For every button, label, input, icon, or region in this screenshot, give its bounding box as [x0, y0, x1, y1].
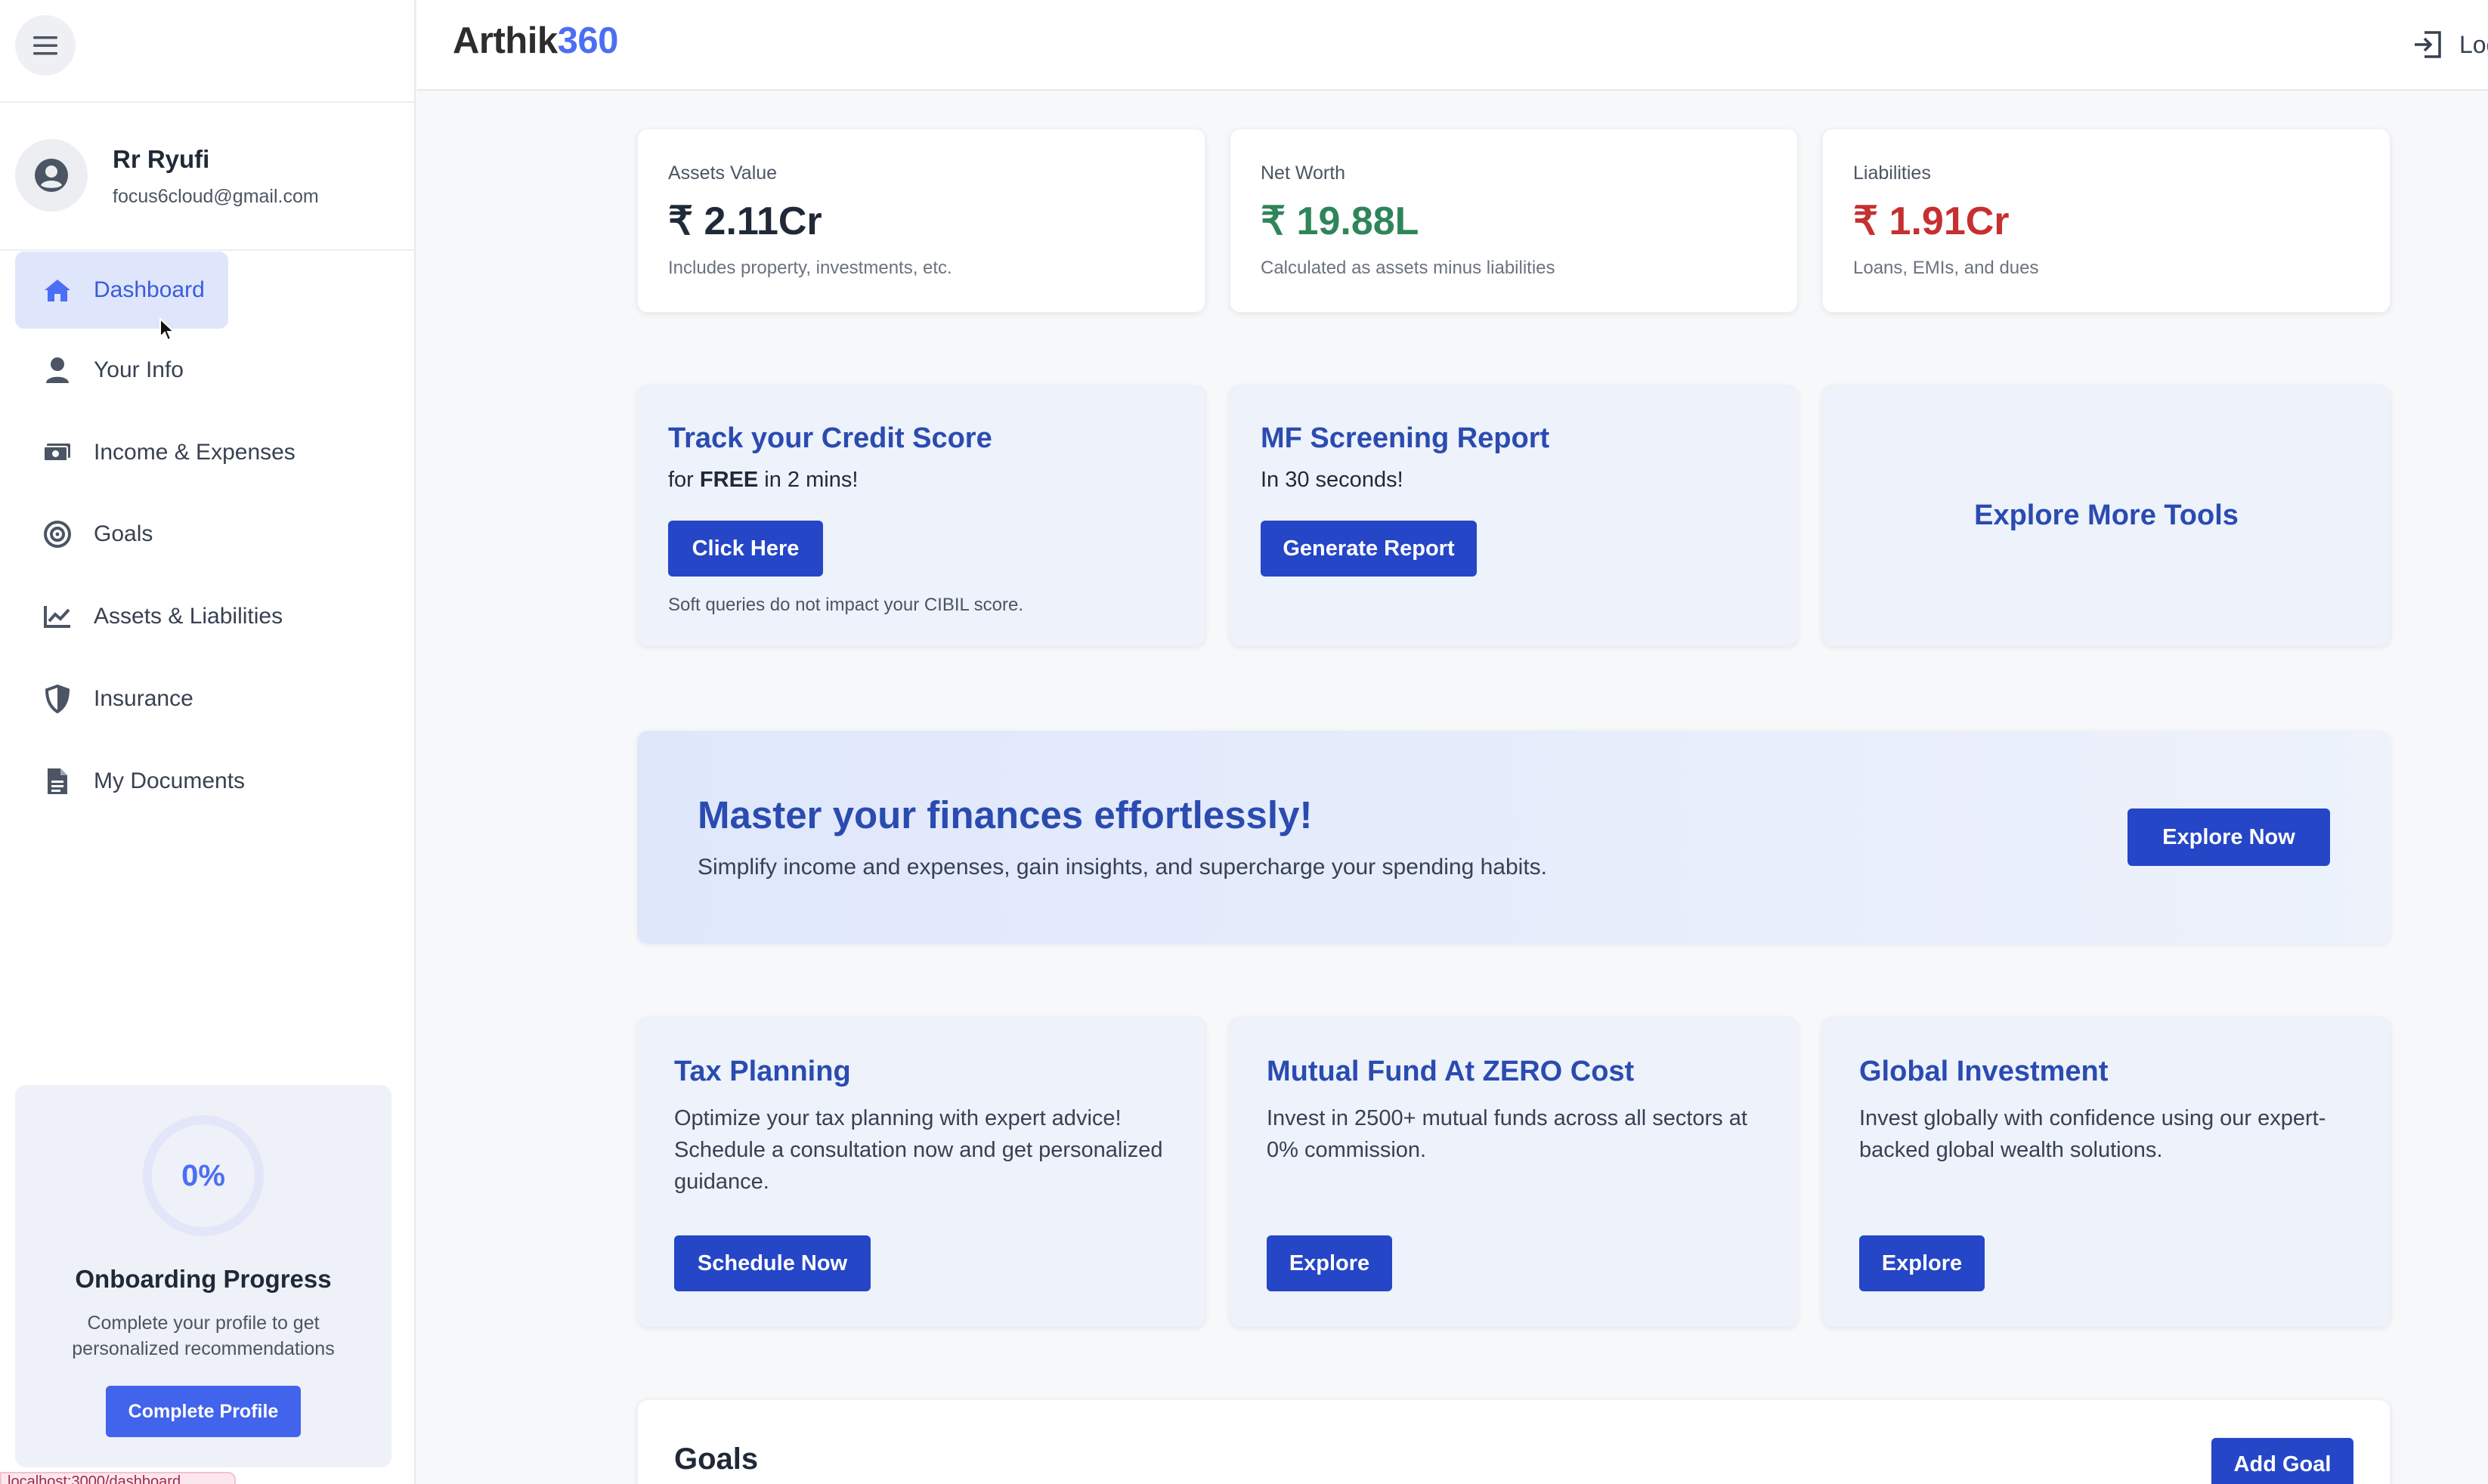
explore-now-button[interactable]: Explore Now: [2127, 808, 2330, 866]
mf-screening-subtitle: In 30 seconds!: [1261, 468, 1403, 492]
user-circle-icon: [35, 159, 68, 192]
hamburger-icon: [33, 36, 57, 55]
stat-note: Includes property, investments, etc.: [668, 258, 952, 278]
stat-label: Liabilities: [1853, 162, 1931, 184]
sidebar-item-assets-liabilities[interactable]: Assets & Liabilities: [15, 578, 317, 655]
home-icon: [42, 275, 73, 305]
sidebar-item-my-documents[interactable]: My Documents: [15, 743, 272, 820]
assets-value-card: Assets Value ₹ 2.11Cr Includes property,…: [637, 128, 1205, 313]
sidebar-item-dashboard[interactable]: Dashboard: [15, 252, 228, 329]
sidebar-item-label: Insurance: [94, 686, 193, 711]
mf-screening-card: MF Screening Report In 30 seconds! Gener…: [1230, 385, 1798, 646]
sidebar-header: [0, 0, 414, 103]
stat-note: Loans, EMIs, and dues: [1853, 258, 2039, 278]
tax-planning-card: Tax Planning Optimize your tax planning …: [637, 1017, 1205, 1327]
logout-button[interactable]: Logout: [2412, 27, 2488, 62]
user-profile: Rr Ryufi focus6cloud@gmail.com: [0, 103, 414, 251]
shield-icon: [42, 684, 73, 714]
money-icon: [42, 437, 73, 468]
sidebar-item-income-expenses[interactable]: Income & Expenses: [15, 414, 302, 491]
stat-value: ₹ 19.88L: [1261, 199, 1419, 243]
onboarding-description: Complete your profile to get personalize…: [72, 1312, 335, 1359]
sidebar-item-label: Dashboard: [94, 277, 205, 302]
document-icon: [42, 766, 73, 796]
mouse-cursor-icon: [159, 317, 176, 342]
goals-title: Goals: [674, 1442, 759, 1476]
mutual-fund-card: Mutual Fund At ZERO Cost Invest in 2500+…: [1230, 1017, 1798, 1327]
user-icon: [42, 355, 73, 385]
explore-mutual-fund-button[interactable]: Explore: [1267, 1235, 1392, 1291]
logout-label: Logout: [2459, 30, 2488, 58]
sidebar-item-label: Your Info: [94, 357, 184, 382]
onboarding-progress-ring: 0%: [141, 1114, 265, 1238]
sidebar-item-label: Income & Expenses: [94, 440, 296, 465]
status-url-toast: localhost:3000/dashboard: [0, 1472, 236, 1484]
explore-global-investment-button[interactable]: Explore: [1859, 1235, 1985, 1291]
click-here-button[interactable]: Click Here: [668, 521, 823, 577]
onboarding-percent: 0%: [181, 1159, 225, 1192]
global-investment-card: Global Investment Invest globally with c…: [1822, 1017, 2391, 1327]
explore-more-tools-link[interactable]: Explore More Tools: [1823, 386, 2390, 645]
stat-label: Net Worth: [1261, 162, 1346, 184]
top-header: Arthik360 Logout: [417, 0, 2488, 91]
credit-score-card: Track your Credit Score for FREE in 2 mi…: [637, 385, 1205, 646]
service-description: Invest in 2500+ mutual funds across all …: [1267, 1106, 1747, 1162]
sidebar-item-label: My Documents: [94, 768, 246, 793]
stat-value: ₹ 2.11Cr: [668, 199, 822, 243]
sidebar-item-goals[interactable]: Goals: [15, 496, 228, 573]
credit-score-subtitle: for FREE in 2 mins!: [668, 468, 859, 492]
credit-score-note: Soft queries do not impact your CIBIL sc…: [668, 595, 1024, 615]
sidebar: Rr Ryufi focus6cloud@gmail.com Dashboard…: [0, 0, 416, 1484]
sidebar-item-your-info[interactable]: Your Info: [15, 332, 228, 409]
add-goal-button[interactable]: Add Goal: [2211, 1438, 2353, 1484]
service-title: Global Investment: [1859, 1056, 2109, 1087]
service-title: Mutual Fund At ZERO Cost: [1267, 1056, 1635, 1087]
logout-icon: [2412, 27, 2447, 62]
user-name: Rr Ryufi: [113, 145, 210, 173]
credit-score-title: Track your Credit Score: [668, 422, 992, 454]
user-email: focus6cloud@gmail.com: [113, 186, 319, 207]
onboarding-title: Onboarding Progress: [75, 1265, 332, 1293]
sidebar-item-label: Goals: [94, 521, 153, 546]
stat-note: Calculated as assets minus liabilities: [1261, 258, 1555, 278]
net-worth-card: Net Worth ₹ 19.88L Calculated as assets …: [1230, 128, 1798, 313]
service-description: Invest globally with confidence using ou…: [1859, 1106, 2326, 1162]
menu-toggle-button[interactable]: [15, 15, 76, 76]
chart-line-icon: [42, 601, 73, 632]
banner-subtitle: Simplify income and expenses, gain insig…: [698, 855, 1548, 880]
explore-more-tools-card[interactable]: Explore More Tools: [1822, 385, 2391, 646]
schedule-now-button[interactable]: Schedule Now: [674, 1235, 871, 1291]
mf-screening-title: MF Screening Report: [1261, 422, 1550, 454]
service-title: Tax Planning: [674, 1056, 851, 1087]
stat-label: Assets Value: [668, 162, 778, 184]
generate-report-button[interactable]: Generate Report: [1261, 521, 1477, 577]
onboarding-card: 0% Onboarding Progress Complete your pro…: [15, 1085, 391, 1467]
sidebar-item-insurance[interactable]: Insurance: [15, 660, 228, 737]
promo-banner: Master your finances effortlessly! Simpl…: [637, 731, 2391, 944]
target-icon: [42, 519, 73, 549]
goals-section: Goals Add Goal: [637, 1399, 2391, 1484]
brand-main: Arthik: [453, 20, 558, 61]
service-description: Optimize your tax planning with expert a…: [674, 1106, 1163, 1194]
brand-accent: 360: [557, 20, 619, 61]
stat-value: ₹ 1.91Cr: [1853, 199, 2010, 243]
complete-profile-button[interactable]: Complete Profile: [106, 1386, 301, 1437]
sidebar-item-label: Assets & Liabilities: [94, 604, 283, 629]
banner-title: Master your finances effortlessly!: [698, 793, 1313, 836]
liabilities-card: Liabilities ₹ 1.91Cr Loans, EMIs, and du…: [1822, 128, 2391, 313]
brand-logo[interactable]: Arthik360: [453, 20, 618, 62]
avatar: [15, 139, 88, 212]
